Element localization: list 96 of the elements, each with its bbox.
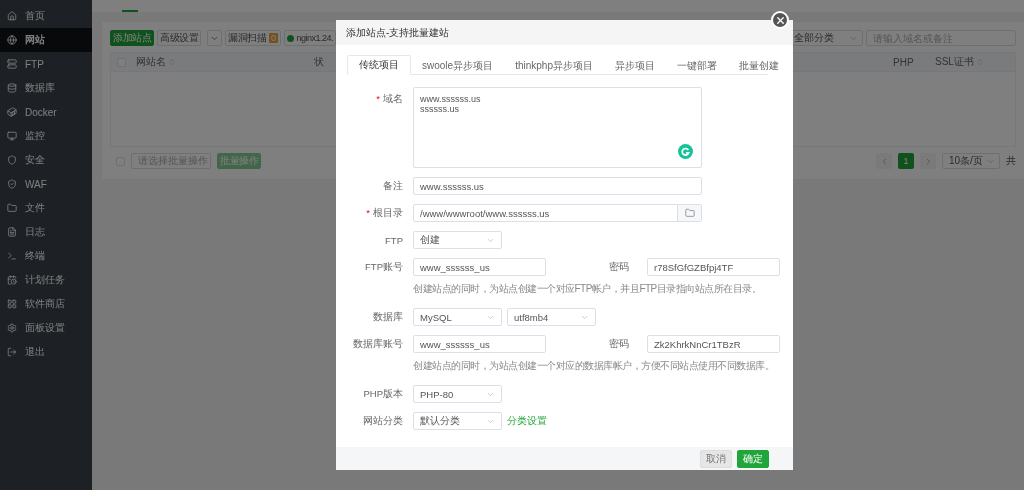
settings-icon [7,323,17,333]
account-field[interactable]: www_ssssss_us [413,258,546,276]
sidebar-item[interactable]: 日志 [0,220,92,244]
status-icon [286,34,294,42]
select-field[interactable]: 创建 [413,231,502,249]
sidebar-item[interactable]: 文件 [0,196,92,220]
sidebar-item[interactable]: 软件商店 [0,292,92,316]
sidebar-label: FTP [25,58,44,70]
database-icon [7,83,17,93]
close-icon [774,14,786,26]
add-site-button[interactable]: 添加站点 [110,30,154,46]
sidebar-label: 监控 [25,129,45,143]
select-field[interactable]: MySQL [413,308,502,326]
page-button[interactable]: 1 [898,153,914,169]
sidebar-label: 日志 [25,225,45,239]
scan-button[interactable]: 漏洞扫描 0 [225,30,281,46]
column-header: PHP [893,56,915,68]
sidebar-item[interactable]: WAF [0,172,92,196]
grid-icon [7,299,17,309]
field-label: 网站分类 [362,414,403,428]
count-badge: 0 [269,33,278,43]
container-icon [7,107,17,117]
next-page-button[interactable] [920,153,936,169]
sidebar-item[interactable]: 计划任务 [0,268,92,292]
sidebar-item[interactable]: 面板设置 [0,316,92,340]
sidebar-label: 数据库 [25,81,55,95]
tab[interactable]: 批量创建 [727,55,790,75]
field-label: FTP [384,234,403,246]
tab[interactable]: 传统项目 [347,55,411,75]
sidebar-label: 面板设置 [25,321,65,335]
sidebar-item[interactable]: Docker [0,100,92,124]
terminal-icon [7,251,17,261]
sidebar-label: 安全 [25,153,45,167]
document-icon [7,227,17,237]
sidebar-item[interactable]: 首页 [0,4,92,28]
column-header: 网站名 [126,55,314,69]
advanced-settings-button[interactable]: 高级设置 [157,30,201,46]
logout-icon [7,347,17,357]
field-label: PHP版本 [362,387,403,401]
folder-icon [7,203,17,213]
field-label: 密码 [608,337,629,351]
sidebar-label: Docker [25,106,57,118]
globe-icon [7,35,17,45]
sidebar-label: 软件商店 [25,297,65,311]
monitor-icon [7,131,17,141]
sidebar-item[interactable]: 数据库 [0,76,92,100]
column-header: 状 [314,55,325,69]
hint-text: 创建站点的同时，为站点创建一个对应的数据库帐户，方便不同站点使用不同数据库。 [413,359,775,373]
sidebar-item[interactable]: 终端 [0,244,92,268]
sidebar-label: 文件 [25,201,45,215]
dialog-title: 添加站点-支持批量建站 [336,20,793,45]
calendar-icon [7,275,17,285]
sidebar-item[interactable]: FTP [0,52,92,76]
sidebar-label: 网站 [25,33,45,47]
total-text: 共 [1006,154,1016,168]
column-header: SSL证书 [935,55,1015,69]
text-field[interactable]: www.ssssss.us [413,177,702,195]
password-field[interactable]: Zk2KhrkNnCr1TBzR [647,335,780,353]
field-label: * 域名 [375,92,403,106]
hint-text: 创建站点的同时，为站点创建一个对应FTP帐户，并且FTP目录指向站点所在目录。 [413,282,763,296]
sidebar-item[interactable]: 退出 [0,340,92,364]
tab[interactable]: 异步项目 [603,55,666,75]
sidebar-label: WAF [25,178,47,190]
sidebar-label: 退出 [25,345,45,359]
tab[interactable]: thinkphp异步项目 [504,55,604,75]
sidebar-item[interactable]: 网站 [0,28,92,52]
dropdown-button[interactable] [207,30,222,46]
confirm-button[interactable]: 确定 [737,449,769,468]
server-button[interactable]: nginx1.24. [283,30,337,46]
server-icon [7,59,17,69]
select-field[interactable]: 默认分类 [413,412,502,430]
select-field[interactable]: utf8mb4 [507,308,596,326]
shield-check-icon [7,179,17,189]
field-label: FTP账号 [364,260,403,274]
category-settings-link[interactable]: 分类设置 [507,414,547,428]
password-field[interactable]: r78SfGfGZBfpj4TF [647,258,780,276]
field-label: 数据库 [372,310,403,324]
previous-page-button[interactable] [876,153,892,169]
field-label: 备注 [382,179,403,193]
field-label: 数据库账号 [352,337,403,351]
field-label: * 根目录 [365,206,403,220]
select-field[interactable]: PHP-80 [413,385,502,403]
sidebar-item[interactable]: 监控 [0,124,92,148]
sidebar-label: 终端 [25,249,45,263]
account-field[interactable]: www_ssssss_us [413,335,546,353]
tab[interactable]: 一键部署 [665,55,728,75]
sidebar-label: 计划任务 [25,273,65,287]
home-icon [7,11,17,21]
domain-textarea[interactable]: www.ssssss.us ssssss.us [413,87,702,168]
assistant-icon[interactable] [678,144,693,159]
page-size-select[interactable]: 10条/页 [942,153,1000,169]
sidebar-item[interactable]: 安全 [0,148,92,172]
shield-icon [7,155,17,165]
sidebar-label: 首页 [25,9,45,23]
tab[interactable]: swoole异步项目 [411,55,505,75]
field-label: 密码 [608,260,629,274]
